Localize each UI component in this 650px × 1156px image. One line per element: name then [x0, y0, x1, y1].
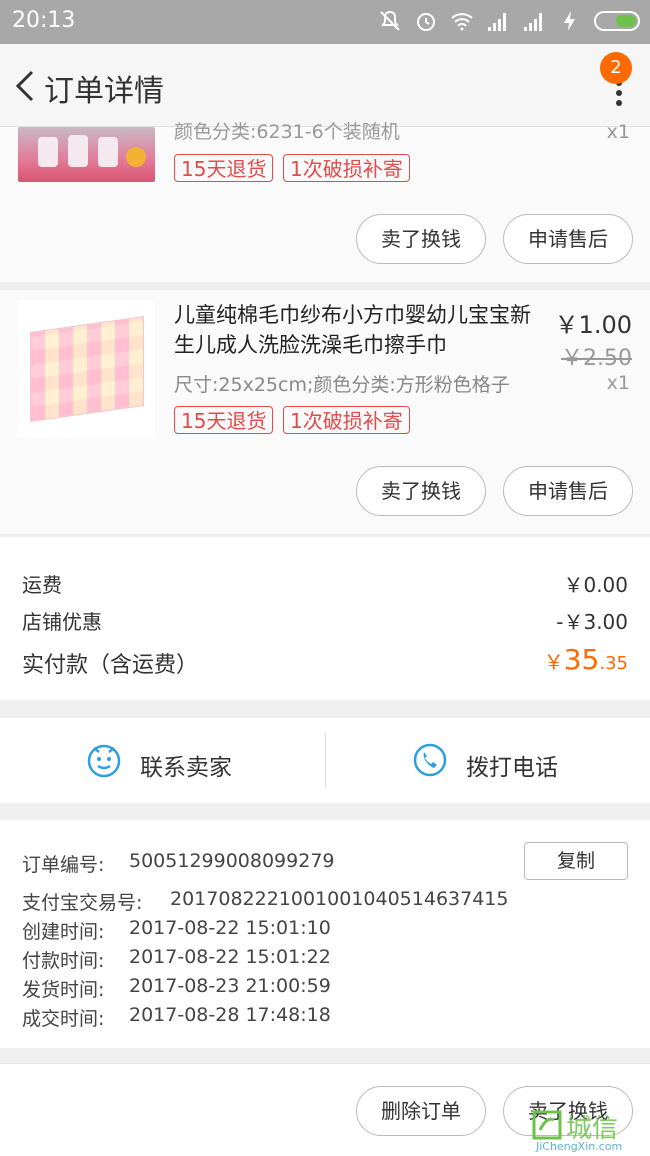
after-sales-button[interactable]: 申请售后: [503, 466, 633, 516]
discount-value: -￥3.00: [556, 610, 628, 634]
sell-for-cash-button[interactable]: 卖了换钱: [356, 214, 486, 264]
alipay-value: 2017082221001001040514637415: [170, 888, 509, 910]
contact-bar: 联系卖家 拨打电话: [0, 718, 650, 803]
contact-seller-button[interactable]: 联系卖家: [0, 718, 325, 803]
watermark-leaf-icon: [532, 1110, 562, 1140]
paid-label: 实付款（含运费）: [22, 653, 199, 678]
delete-order-button[interactable]: 删除订单: [356, 1086, 486, 1136]
shipped-value: 2017-08-23 21:00:59: [129, 975, 331, 997]
alipay-label: 支付宝交易号:: [22, 892, 143, 914]
status-icons: [378, 9, 640, 33]
paid-amount: ￥35.35: [544, 643, 628, 676]
shipping-value: ￥0.00: [563, 573, 628, 597]
return-tag: 15天退货: [174, 154, 274, 182]
order-no-value: 50051299008099279: [129, 850, 335, 872]
damage-tag: 1次破损补寄: [283, 154, 410, 182]
wifi-icon: [451, 13, 473, 31]
status-bar: 20:13: [0, 0, 650, 44]
contact-seller-label: 联系卖家: [140, 755, 232, 781]
product-image[interactable]: [18, 300, 155, 437]
return-tag: 15天退货: [174, 406, 274, 434]
paid-time-value: 2017-08-22 15:01:22: [129, 946, 331, 968]
product-image[interactable]: [18, 127, 155, 182]
battery-icon: [594, 11, 640, 31]
back-arrow-icon[interactable]: [10, 68, 42, 104]
charging-icon: [564, 11, 575, 31]
mute-bell-icon: [380, 10, 400, 31]
product-quantity: x1: [606, 372, 630, 394]
after-sales-button[interactable]: 申请售后: [503, 214, 633, 264]
nav-header: 订单详情 2: [0, 44, 650, 127]
signal-icon-2: [524, 13, 542, 31]
created-label: 创建时间:: [22, 921, 105, 943]
deal-value: 2017-08-28 17:48:18: [129, 1004, 331, 1026]
product-original-price: ￥2.50: [561, 346, 632, 371]
watermark-url: JiChengXin.com: [536, 1140, 623, 1153]
chat-face-icon: [87, 744, 121, 778]
phone-icon: [413, 743, 447, 777]
paid-time-label: 付款时间:: [22, 950, 105, 972]
order-item-2: 儿童纯棉毛巾纱布小方巾婴幼儿宝宝新生儿成人洗脸洗澡毛巾擦手巾 尺寸:25x25c…: [0, 290, 650, 534]
watermark-logo: 城信 JiChengXin.com: [532, 1108, 648, 1154]
product-spec: 尺寸:25x25cm;颜色分类:方形粉色格子: [174, 374, 510, 396]
discount-label: 店铺优惠: [22, 610, 102, 634]
price-summary: 运费 ￥0.00 店铺优惠 -￥3.00 实付款（含运费） ￥35.35: [0, 537, 650, 700]
status-time: 20:13: [12, 8, 76, 33]
order-info: 订单编号: 50051299008099279 复制 支付宝交易号: 20170…: [0, 820, 650, 1048]
call-label: 拨打电话: [466, 755, 558, 781]
paid-decimal: .35: [599, 653, 628, 674]
created-value: 2017-08-22 15:01:10: [129, 917, 331, 939]
page-title: 订单详情: [44, 74, 164, 109]
product-price: ￥1.00: [554, 311, 632, 339]
paid-main: 35: [563, 643, 600, 676]
sell-for-cash-button[interactable]: 卖了换钱: [356, 466, 486, 516]
copy-button[interactable]: 复制: [524, 842, 628, 880]
notification-badge: 2: [600, 52, 632, 84]
footer-bar: 删除订单 卖了换钱 城信 JiChengXin.com: [0, 1063, 650, 1156]
product-title[interactable]: 儿童纯棉毛巾纱布小方巾婴幼儿宝宝新生儿成人洗脸洗澡毛巾擦手巾: [174, 300, 546, 360]
product-quantity: x1: [606, 121, 630, 143]
signal-icon: [488, 13, 506, 31]
product-spec: 颜色分类:6231-6个装随机: [174, 121, 400, 143]
paid-currency: ￥: [543, 650, 564, 674]
alarm-icon: [417, 13, 435, 31]
damage-tag: 1次破损补寄: [283, 406, 410, 434]
deal-label: 成交时间:: [22, 1008, 105, 1030]
shipping-label: 运费: [22, 573, 62, 597]
order-no-label: 订单编号:: [22, 854, 105, 876]
shipped-label: 发货时间:: [22, 979, 105, 1001]
call-button[interactable]: 拨打电话: [326, 718, 650, 803]
order-item-1: 颜色分类:6231-6个装随机 x1 15天退货 1次破损补寄 卖了换钱 申请售…: [0, 121, 650, 282]
